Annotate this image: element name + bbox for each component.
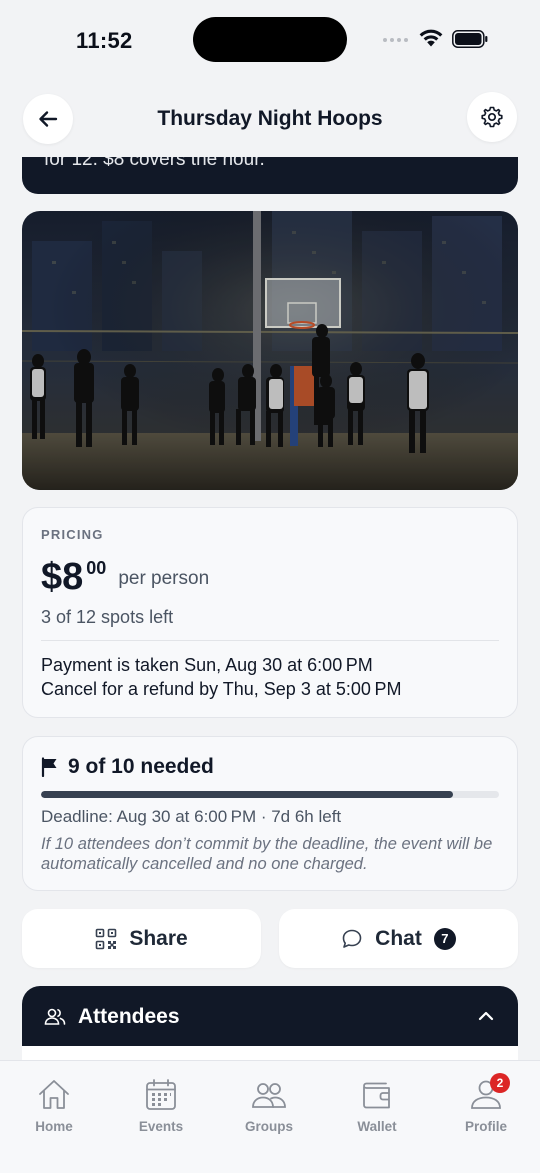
attendees-title: Attendees [78, 1005, 180, 1028]
chat-unread-badge: 7 [433, 927, 456, 950]
threshold-card: 9 of 10 needed Deadline: Aug 30 at 6:00 … [22, 736, 518, 891]
threshold-deadline: Deadline: Aug 30 at 6:00 PM · 7d 6h left [41, 807, 342, 826]
tab-events[interactable]: Events [111, 1077, 211, 1134]
payment-date: Payment is taken Sun, Aug 30 at 6:00 PM [41, 655, 373, 675]
header: Thursday Night Hoops [0, 90, 540, 148]
share-button[interactable]: Share [22, 909, 261, 968]
status-time: 11:52 [76, 28, 133, 53]
pricing-card: PRICING $8 00 per person 3 of 12 spots l… [22, 507, 518, 718]
wallet-icon [363, 1082, 390, 1109]
event-photo [22, 211, 518, 490]
status-bar: 11:52 [0, 0, 540, 80]
description-card: for 12. $8 covers the hour. [22, 157, 518, 194]
chevron-up-icon[interactable] [476, 1006, 496, 1026]
chat-label: Chat [375, 926, 422, 950]
description-text: for 12. $8 covers the hour. [44, 157, 265, 170]
wifi-icon [419, 29, 443, 47]
attendees-list-top [22, 1046, 518, 1060]
spots-left: 3 of 12 spots left [41, 607, 174, 627]
price-unit: per person [118, 568, 210, 589]
threshold-warning: If 10 attendees don’t commit by the dead… [41, 835, 493, 873]
flag-icon [41, 757, 57, 777]
tab-home[interactable]: Home [4, 1077, 104, 1134]
tab-wallet[interactable]: Wallet [327, 1077, 427, 1134]
bottom-tab-bar: Home Events Groups Wallet 2 Profile [0, 1060, 540, 1173]
tab-wallet-label: Wallet [357, 1119, 397, 1134]
threshold-title: 9 of 10 needed [68, 755, 214, 778]
users-icon [44, 1008, 66, 1025]
home-icon [39, 1080, 69, 1109]
profile-notification-badge: 2 [490, 1073, 510, 1093]
threshold-progress-bar [41, 791, 499, 798]
tab-groups[interactable]: Groups [219, 1077, 319, 1134]
dynamic-island [193, 17, 347, 62]
attendees-section-header[interactable]: Attendees [22, 986, 518, 1060]
tab-events-label: Events [138, 1119, 184, 1134]
calendar-icon [146, 1079, 176, 1110]
chat-button[interactable]: Chat 7 [279, 909, 518, 968]
signal-icon [383, 38, 408, 42]
price-dollars: $8 [41, 556, 84, 598]
share-label: Share [129, 926, 188, 950]
pricing-label: PRICING [41, 527, 104, 542]
battery-icon [452, 30, 488, 48]
tab-groups-label: Groups [244, 1119, 293, 1134]
tab-profile[interactable]: 2 Profile [436, 1073, 536, 1134]
users-icon [252, 1083, 286, 1108]
event-content[interactable]: for 12. $8 covers the hour. PRICING $8 0… [0, 157, 540, 1060]
divider [41, 640, 499, 641]
threshold-header: 9 of 10 needed [41, 755, 214, 779]
gear-icon [481, 106, 503, 128]
chat-bubble-icon [342, 929, 362, 948]
refund-deadline: Cancel for a refund by Thu, Sep 3 at 5:0… [41, 679, 402, 699]
attendees-heading: Attendees [44, 1005, 180, 1029]
settings-button[interactable] [467, 92, 517, 142]
price: $8 00 per person [41, 555, 209, 599]
tab-profile-label: Profile [464, 1119, 507, 1134]
threshold-progress-fill [41, 791, 454, 798]
page-title: Thursday Night Hoops [157, 107, 383, 130]
tab-home-label: Home [35, 1119, 73, 1134]
qr-code-icon [96, 928, 117, 949]
price-cents: 00 [86, 558, 107, 578]
